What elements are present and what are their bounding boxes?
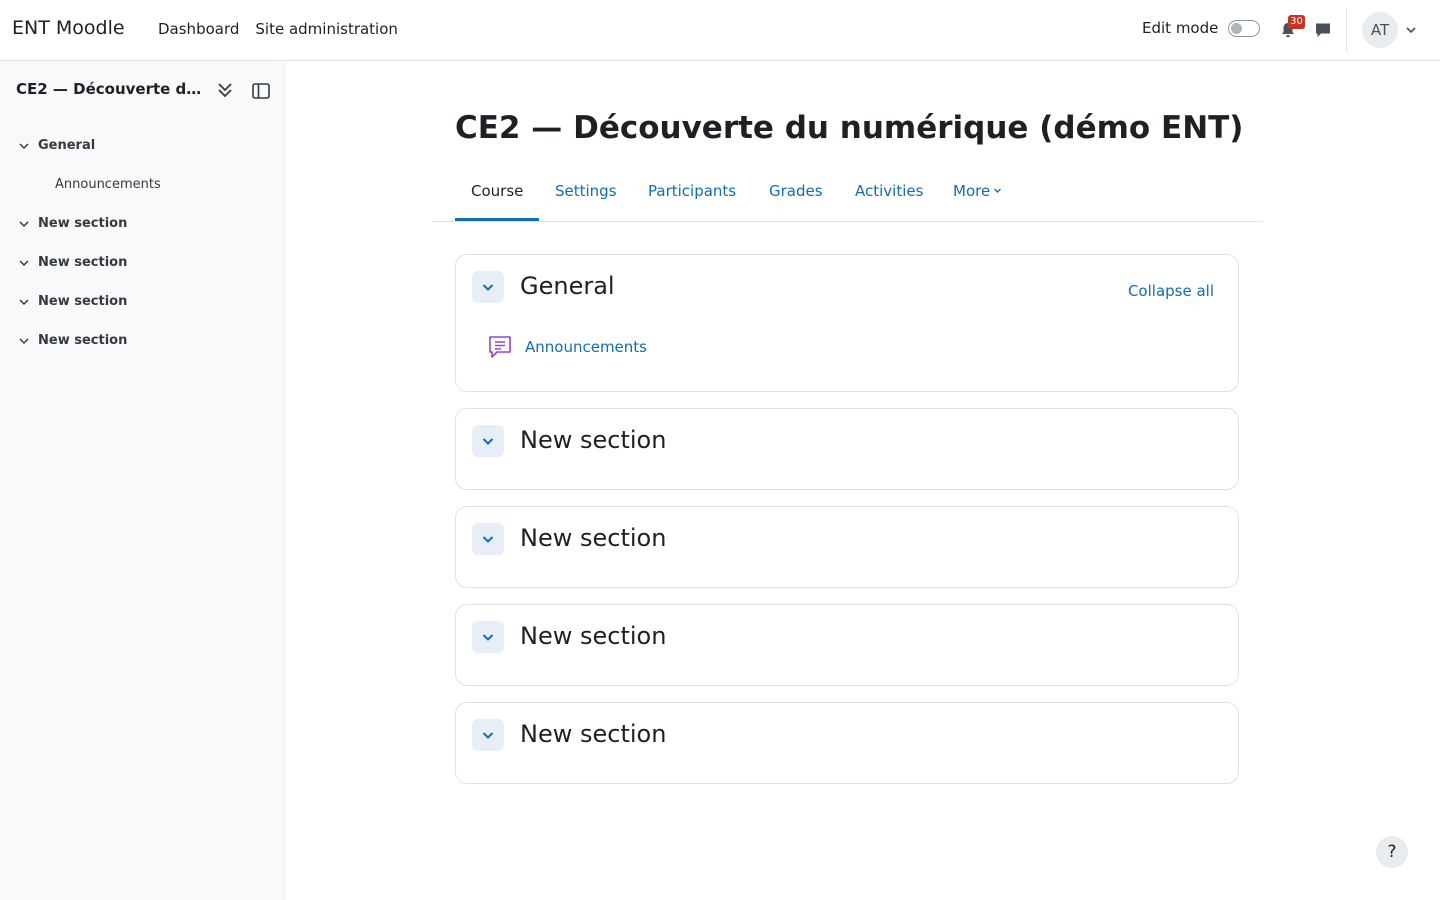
notification-count-badge: 30 [1288,15,1305,29]
course-section-new-4: New section [455,702,1239,784]
close-drawer-icon[interactable] [251,81,271,101]
course-index-section-label[interactable]: New section [38,255,127,270]
site-brand[interactable]: ENT Moodle [12,17,125,39]
chevron-down-icon[interactable] [18,335,30,347]
chevron-down-icon [482,536,494,543]
course-index-section-new-3[interactable]: New section [18,294,127,309]
top-navbar: ENT Moodle Dashboard Site administration… [0,0,1440,61]
section-title[interactable]: General [520,272,615,300]
section-collapse-toggle[interactable] [472,621,504,653]
section-title[interactable]: New section [520,622,666,650]
course-index-section-new-4[interactable]: New section [18,333,127,348]
tab-participants[interactable]: Participants [648,182,736,200]
course-index-section-new-1[interactable]: New section [18,216,127,231]
messages-icon[interactable] [1314,21,1332,39]
course-index-section-general[interactable]: General [18,138,95,153]
chevron-down-icon[interactable] [18,218,30,230]
tab-more[interactable]: More [953,182,1002,200]
chevron-down-icon[interactable] [18,140,30,152]
forum-icon [489,336,511,358]
section-collapse-toggle[interactable] [472,523,504,555]
collapse-all-link[interactable]: Collapse all [1128,282,1214,300]
section-title[interactable]: New section [520,720,666,748]
tab-activities[interactable]: Activities [855,182,923,200]
section-collapse-toggle[interactable] [472,271,504,303]
collapse-all-icon[interactable] [216,81,234,99]
edit-mode-toggle[interactable] [1228,19,1261,37]
tab-more-label: More [953,182,991,200]
chevron-down-icon[interactable] [18,257,30,269]
nav-link-site-administration[interactable]: Site administration [255,20,398,38]
edit-mode-label: Edit mode [1142,19,1219,37]
activity-name-link[interactable]: Announcements [525,338,647,356]
chevron-down-icon [482,438,494,445]
edit-mode-control: Edit mode [1142,19,1261,37]
page-title: CE2 — Découverte du numérique (démo ENT) [455,110,1244,146]
primary-navigation: Dashboard Site administration [158,20,398,38]
drawer-course-title[interactable]: CE2 — Découverte du numérique (démo ENT) [16,80,206,98]
course-index-section-label[interactable]: New section [38,333,127,348]
section-title[interactable]: New section [520,524,666,552]
tab-settings[interactable]: Settings [555,182,617,200]
active-tab-indicator [455,218,539,221]
toggle-knob [1231,22,1243,34]
tab-grades[interactable]: Grades [769,182,823,200]
course-index-activity-announcements[interactable]: Announcements [55,177,161,192]
chevron-down-icon [994,188,1002,193]
nav-link-dashboard[interactable]: Dashboard [158,20,239,38]
course-section-new-2: New section [455,506,1239,588]
chevron-down-icon[interactable] [18,296,30,308]
course-index-section-label[interactable]: New section [38,294,127,309]
navbar-divider [1346,8,1347,52]
course-index-drawer: CE2 — Découverte du numérique (démo ENT)… [0,61,285,900]
course-index-section-label[interactable]: General [38,138,95,153]
tab-course[interactable]: Course [471,182,523,200]
help-button[interactable]: ? [1376,836,1408,868]
chevron-down-icon [482,284,494,291]
section-collapse-toggle[interactable] [472,425,504,457]
section-collapse-toggle[interactable] [472,719,504,751]
user-avatar[interactable]: AT [1362,12,1398,48]
chevron-down-icon [482,634,494,641]
chevron-down-icon [482,732,494,739]
section-title[interactable]: New section [520,426,666,454]
course-index-section-label[interactable]: New section [38,216,127,231]
course-section-general: General Collapse all Announcements [455,254,1239,392]
secondary-navigation: Course Settings Participants Grades Acti… [432,170,1263,222]
course-index-section-new-2[interactable]: New section [18,255,127,270]
course-section-new-3: New section [455,604,1239,686]
activity-item[interactable]: Announcements [486,333,647,361]
chevron-down-icon[interactable] [1405,25,1417,35]
course-section-new-1: New section [455,408,1239,490]
